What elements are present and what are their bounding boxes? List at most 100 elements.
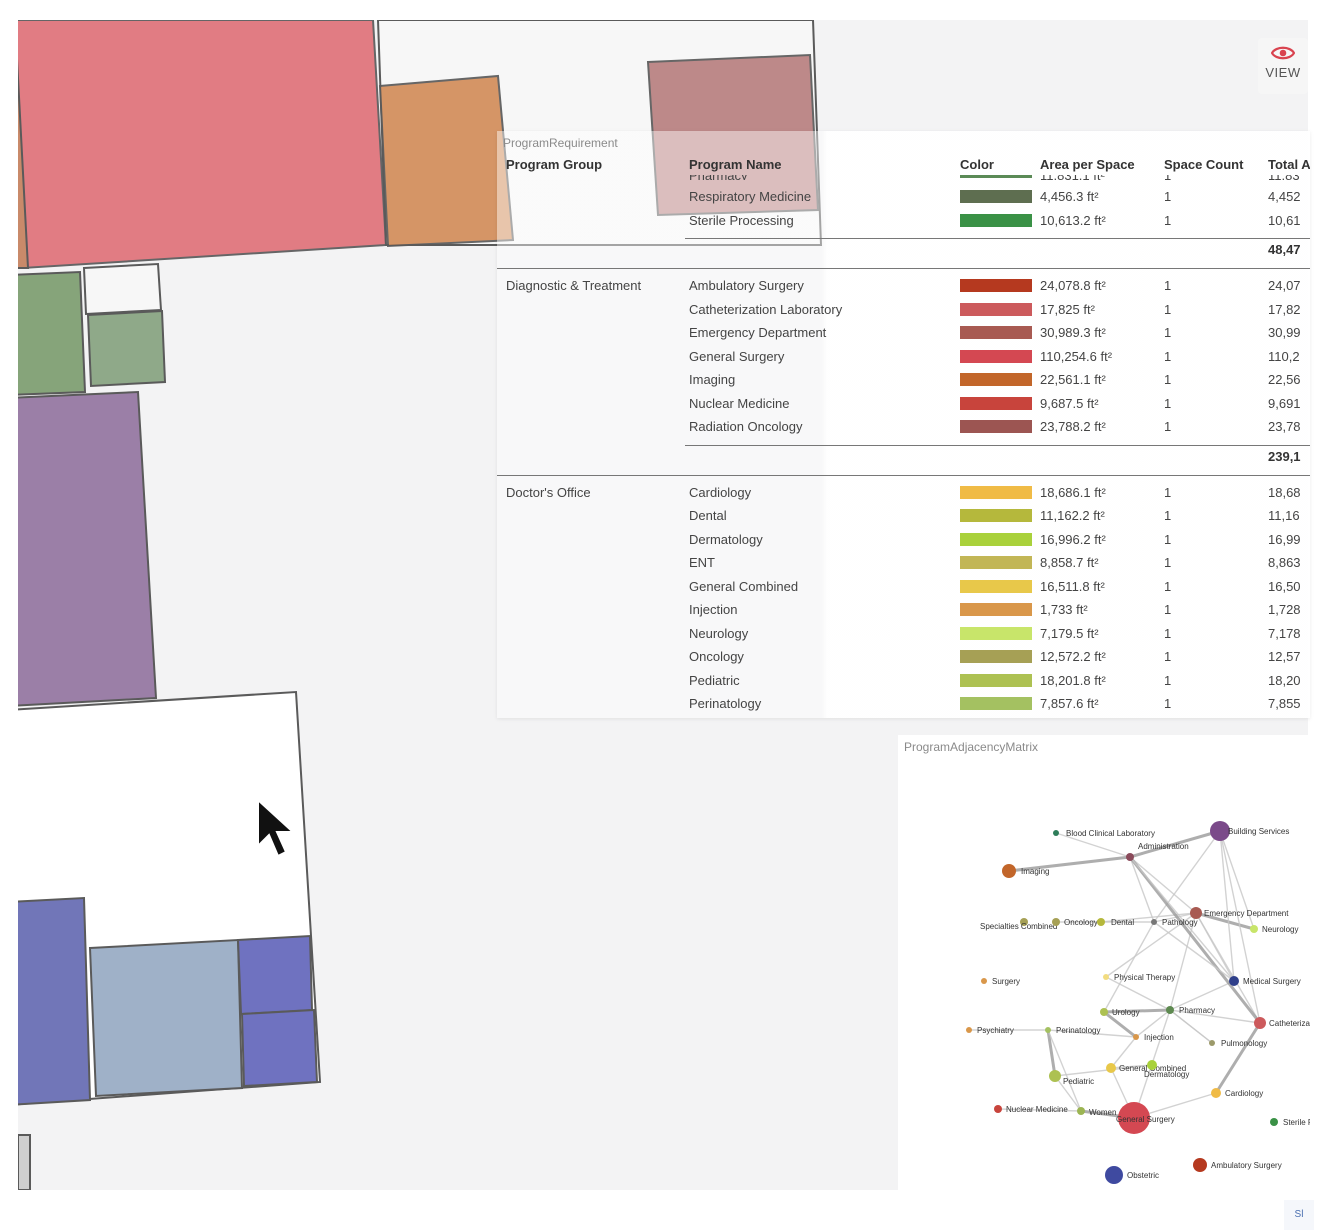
graph-node[interactable] [1045,1027,1051,1033]
room-block[interactable] [18,1134,31,1190]
space-count-cell: 1 [1164,395,1172,411]
graph-node[interactable] [1270,1118,1278,1126]
graph-node[interactable] [1105,1166,1123,1184]
color-swatch[interactable] [960,279,1032,292]
graph-node[interactable] [1133,1034,1139,1040]
graph-node[interactable] [1097,918,1105,926]
program-adjacency-panel[interactable]: ProgramAdjacencyMatrix Blood Clinical La… [898,735,1310,1190]
table-row[interactable] [497,694,1310,718]
room-block[interactable] [18,270,87,396]
table-row[interactable] [497,577,1310,601]
color-swatch[interactable] [960,349,1032,363]
color-swatch[interactable] [960,579,1032,593]
graph-node[interactable] [1049,1070,1061,1082]
graph-node[interactable] [1190,907,1202,919]
graph-node[interactable] [1250,925,1258,933]
graph-node[interactable] [1229,976,1239,986]
space-count-cell: 1 [1164,578,1172,594]
view-button[interactable]: VIEW [1258,38,1308,94]
color-swatch[interactable] [960,673,1032,687]
graph-node[interactable] [1211,1088,1221,1098]
room-block[interactable] [88,938,244,1098]
table-body: Pharmacy 11,831.1 ft² 1 11,83 Respiratory Me… [497,131,1310,718]
table-row[interactable] [497,647,1310,671]
color-swatch[interactable] [960,213,1032,227]
graph-node[interactable] [1077,1107,1085,1115]
adjacency-graph[interactable]: Blood Clinical Laboratory Building Servic… [898,735,1310,1190]
room-block[interactable] [236,934,314,1016]
room-block[interactable] [82,262,163,316]
graph-node[interactable] [994,1105,1002,1113]
table-row[interactable] [497,417,1310,441]
graph-node[interactable] [1103,974,1109,980]
room-block[interactable] [18,20,388,270]
space-count-cell: 1 [1164,348,1172,364]
graph-node[interactable] [1052,918,1060,926]
color-swatch[interactable] [960,190,1032,203]
program-requirement-panel[interactable]: ProgramRequirement Program Group Program… [497,131,1310,718]
program-name-cell: Dermatology [689,531,763,547]
table-row[interactable] [497,394,1310,418]
color-swatch[interactable] [960,302,1032,316]
area-per-space-cell: 7,179.5 ft² [1040,625,1099,641]
room-block[interactable] [86,309,167,388]
table-row[interactable] [497,506,1310,530]
room-block[interactable] [18,390,158,707]
color-swatch[interactable] [960,485,1032,499]
table-row[interactable] [497,323,1310,347]
color-swatch[interactable] [960,373,1032,386]
color-swatch[interactable] [960,626,1032,640]
room-block[interactable] [240,1008,319,1088]
table-row[interactable] [497,483,1310,507]
graph-node[interactable] [1126,853,1134,861]
color-swatch[interactable] [960,420,1032,433]
color-swatch[interactable] [960,603,1032,616]
color-swatch[interactable] [960,326,1032,339]
graph-node[interactable] [1100,1008,1108,1016]
table-row[interactable] [497,553,1310,577]
group-separator [497,474,1310,476]
color-swatch[interactable] [960,396,1032,410]
program-name-cell: Perinatology [689,696,762,711]
graph-node[interactable] [1166,1006,1174,1014]
graph-node[interactable] [981,978,987,984]
space-count-cell: 1 [1164,696,1172,711]
graph-node[interactable] [1210,821,1230,841]
table-row[interactable] [497,276,1310,300]
color-swatch[interactable] [960,650,1032,663]
table-row[interactable] [497,600,1310,624]
graph-node[interactable] [1106,1063,1116,1073]
room-block[interactable] [18,896,92,1106]
total-area-cell: 8,863 [1268,555,1301,570]
graph-node[interactable] [1193,1158,1207,1172]
table-row[interactable] [497,187,1310,211]
corner-link[interactable]: Sl [1284,1200,1314,1230]
color-swatch[interactable] [960,509,1032,522]
table-row[interactable] [497,370,1310,394]
graph-node[interactable] [1002,864,1016,878]
top-bar [0,0,1330,20]
total-area-cell: 18,68 [1268,484,1301,500]
graph-node-label: Injection [1144,1033,1174,1042]
graph-node[interactable] [1147,1060,1157,1070]
table-row[interactable] [497,530,1310,554]
table-row[interactable] [497,671,1310,695]
total-area-cell: 22,56 [1268,372,1301,387]
total-area-cell: 1,728 [1268,602,1301,617]
program-name-cell: Emergency Department [689,325,827,340]
table-row[interactable] [497,347,1310,371]
table-row[interactable] [497,624,1310,648]
adjacency-edge [1169,912,1197,1011]
table-row[interactable] [497,718,1310,719]
graph-node[interactable] [1209,1040,1215,1046]
graph-node[interactable] [1053,830,1059,836]
table-row[interactable] [497,300,1310,324]
graph-node[interactable] [1254,1017,1266,1029]
room-block[interactable] [378,74,515,248]
color-swatch[interactable] [960,556,1032,569]
table-row[interactable] [497,211,1310,235]
graph-node[interactable] [1151,919,1157,925]
color-swatch[interactable] [960,532,1032,546]
color-swatch[interactable] [960,697,1032,710]
graph-node[interactable] [966,1027,972,1033]
